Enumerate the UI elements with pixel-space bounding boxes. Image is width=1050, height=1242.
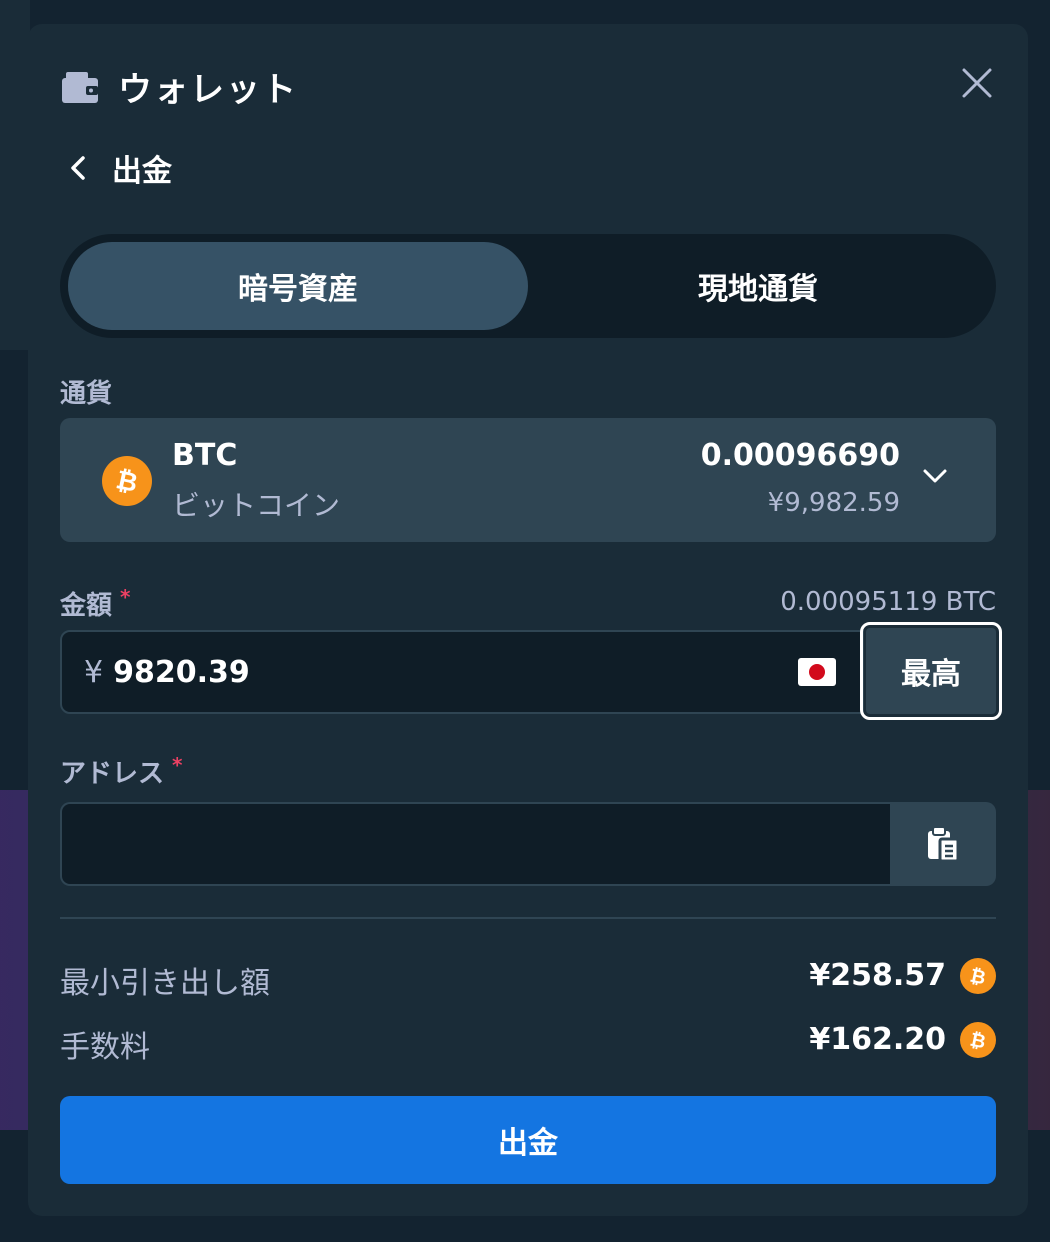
wallet-icon (62, 71, 98, 103)
yen-prefix: ¥ (84, 654, 104, 690)
wallet-modal: ウォレット 出金 暗号資産 現地通貨 通貨 ₿ BTC ビットコイン 0.000… (28, 24, 1028, 1216)
currency-name: ビットコイン (172, 489, 341, 522)
fee-label: 手数料 (60, 1030, 150, 1065)
clipboard-icon (928, 826, 960, 863)
max-button-label: 最高 (866, 628, 996, 714)
address-label: アドレス * (60, 753, 182, 790)
currency-code: BTC (172, 438, 238, 473)
modal-header: ウォレット (60, 62, 298, 111)
divider (60, 917, 996, 919)
bitcoin-icon: ₿ (960, 1022, 996, 1058)
currency-balance-fiat: ¥9,982.59 (767, 488, 900, 518)
backdrop-panel (0, 0, 30, 350)
address-label-text: アドレス (60, 759, 165, 789)
max-button[interactable]: 最高 (860, 622, 1002, 720)
min-withdrawal-label: 最小引き出し額 (60, 966, 270, 1001)
currency-label: 通貨 (60, 379, 113, 409)
amount-value[interactable]: 9820.39 (113, 655, 250, 690)
currency-balance: 0.00096690 (700, 438, 900, 473)
required-mark: * (172, 753, 183, 777)
chevron-down-icon (923, 469, 947, 483)
modal-title: ウォレット (118, 70, 298, 110)
japan-flag-icon (798, 658, 836, 686)
amount-label: 金額 * (60, 585, 130, 622)
bitcoin-icon: ₿ (102, 456, 152, 506)
amount-label-text: 金額 (60, 591, 113, 621)
fee-value: ¥162.20 (809, 1022, 946, 1057)
bitcoin-icon: ₿ (960, 958, 996, 994)
tab-local-currency[interactable]: 現地通貨 (528, 242, 988, 330)
min-withdrawal-value: ¥258.57 (809, 958, 946, 993)
back-button[interactable]: 出金 (68, 146, 172, 190)
amount-input[interactable]: ¥ 9820.39 (60, 630, 864, 714)
tab-crypto[interactable]: 暗号資産 (68, 242, 528, 330)
page-title: 出金 (112, 154, 172, 189)
address-input[interactable] (60, 802, 890, 886)
paste-button[interactable] (890, 802, 996, 886)
currency-select[interactable]: ₿ BTC ビットコイン 0.00096690 ¥9,982.59 (60, 418, 996, 542)
currency-type-tabs: 暗号資産 現地通貨 (60, 234, 996, 338)
required-mark: * (120, 585, 131, 609)
amount-converted: 0.00095119 BTC (780, 587, 996, 617)
close-icon[interactable] (960, 66, 994, 100)
chevron-left-icon (71, 156, 85, 180)
withdraw-button[interactable]: 出金 (60, 1096, 996, 1184)
